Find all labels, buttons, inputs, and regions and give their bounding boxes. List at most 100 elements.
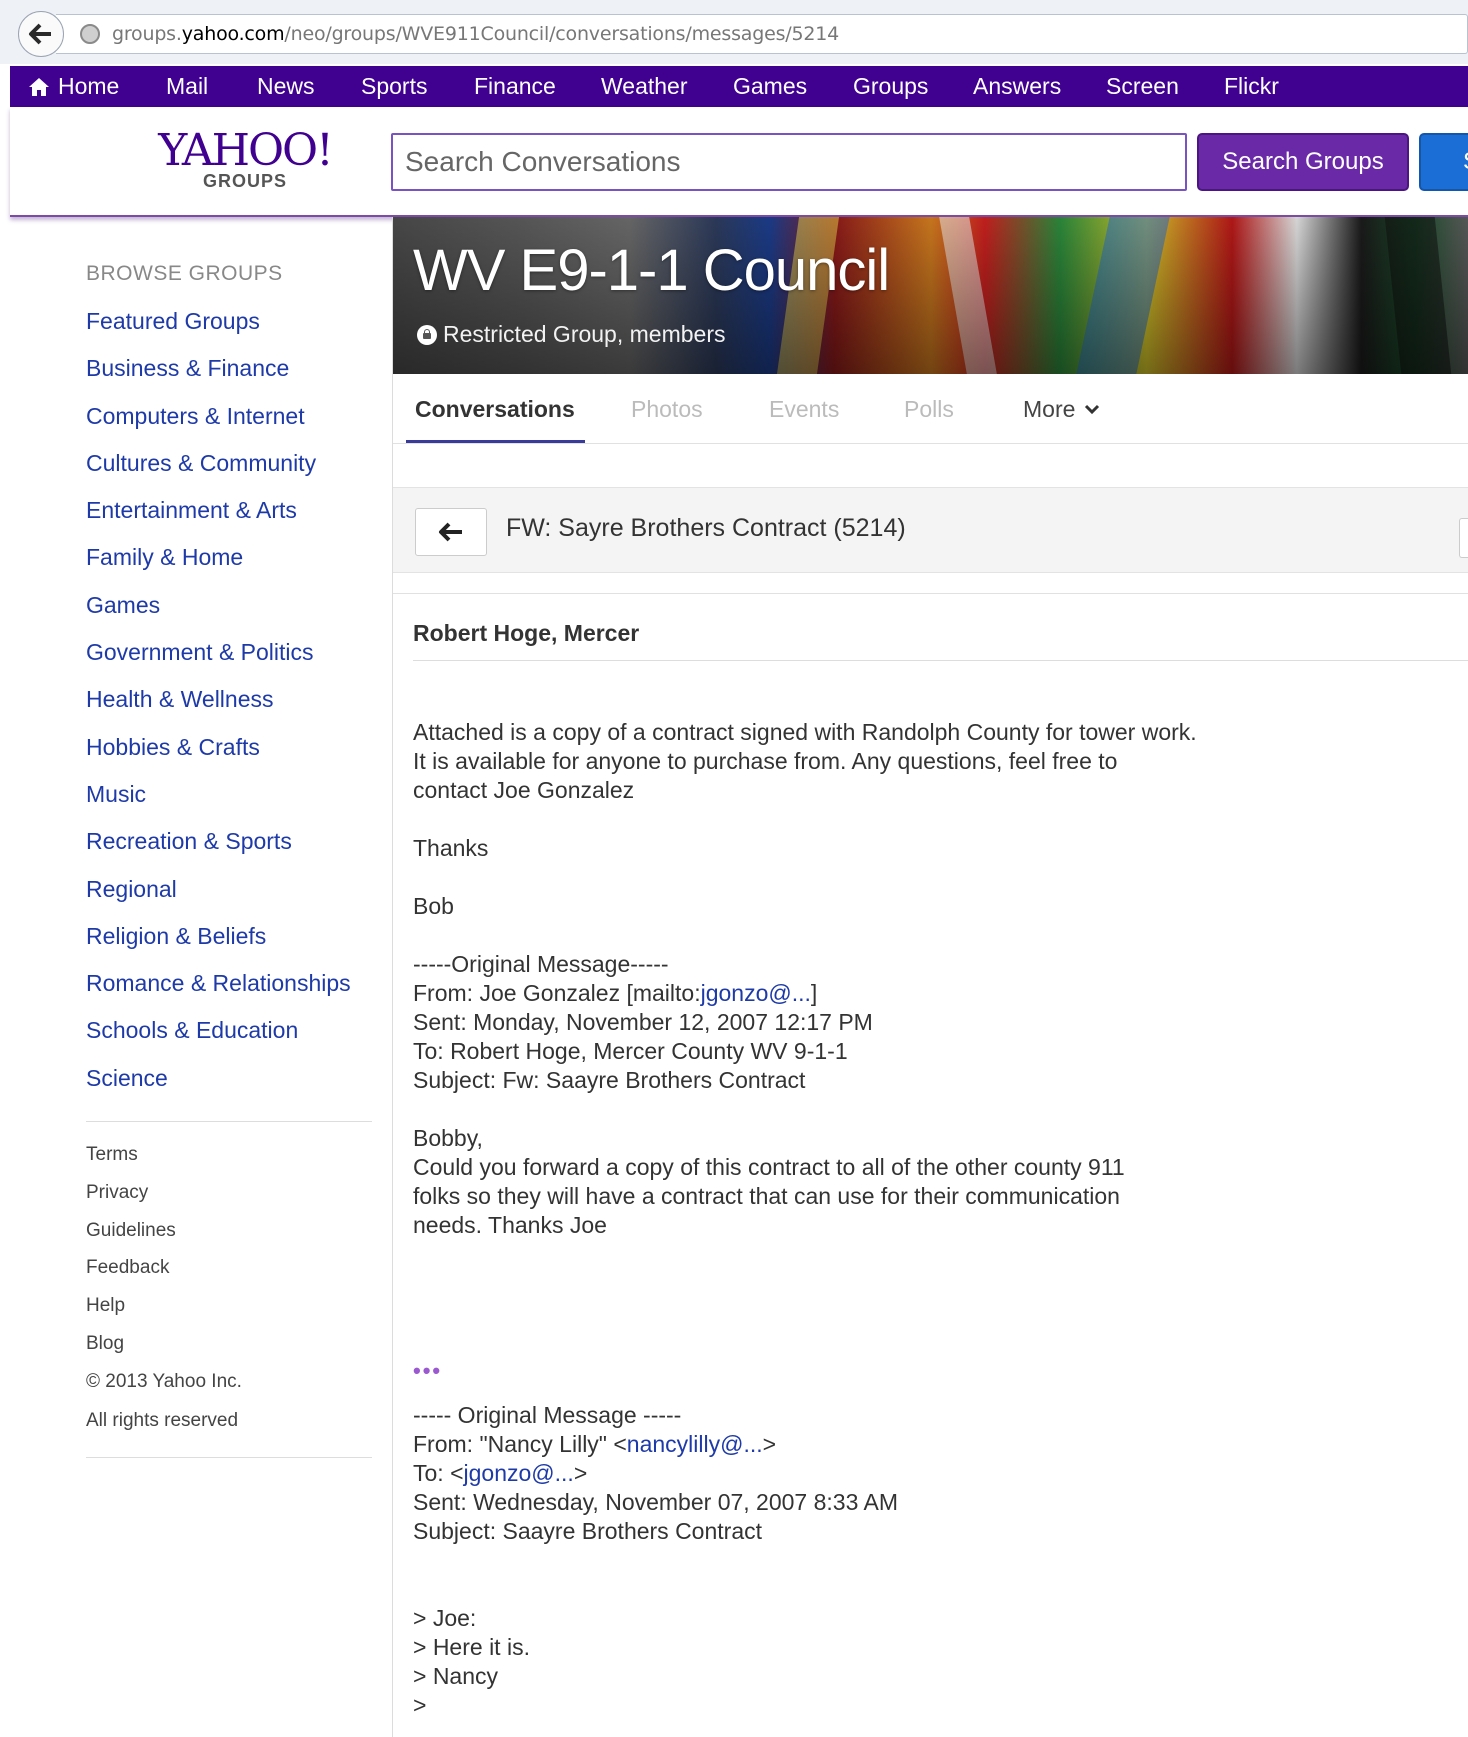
- nav-home[interactable]: Home: [28, 66, 119, 107]
- message-body: Attached is a copy of a contract signed …: [413, 718, 1453, 1720]
- email-link[interactable]: jgonzo@...: [701, 980, 811, 1006]
- from-suffix: >: [762, 1431, 777, 1457]
- group-privacy-text: Restricted Group, members: [443, 321, 726, 347]
- tab-polls[interactable]: Polls: [904, 374, 954, 444]
- category-computers-internet[interactable]: Computers & Internet: [86, 402, 376, 449]
- message-line: needs. Thanks Joe: [413, 1212, 607, 1238]
- category-government-politics[interactable]: Government & Politics: [86, 638, 376, 685]
- message-line: ----- Original Message -----: [413, 1402, 682, 1428]
- nav-mail[interactable]: Mail: [166, 66, 208, 107]
- category-hobbies-crafts[interactable]: Hobbies & Crafts: [86, 733, 376, 780]
- show-quoted-text-toggle[interactable]: •••: [413, 1356, 1453, 1385]
- globe-icon: [80, 24, 100, 44]
- nav-answers[interactable]: Answers: [973, 66, 1061, 107]
- category-music[interactable]: Music: [86, 780, 376, 827]
- thread-title: FW: Sayre Brothers Contract (5214): [506, 514, 906, 542]
- message-line: From: Joe Gonzalez [mailto:jgonzo@...]: [413, 979, 1453, 1008]
- tab-photos[interactable]: Photos: [631, 374, 703, 444]
- category-family-home[interactable]: Family & Home: [86, 543, 376, 590]
- browse-groups-sidebar: BROWSE GROUPS Featured Groups Business &…: [86, 262, 376, 1458]
- message-line: Sent: Monday, November 12, 2007 12:17 PM: [413, 1009, 873, 1035]
- to-prefix: To: <: [413, 1460, 464, 1486]
- browse-groups-title: BROWSE GROUPS: [86, 262, 283, 285]
- category-religion-beliefs[interactable]: Religion & Beliefs: [86, 922, 376, 969]
- search-conversations-input[interactable]: Search Conversations: [391, 133, 1187, 191]
- search-web-button[interactable]: S: [1419, 133, 1468, 191]
- nav-screen[interactable]: Screen: [1106, 66, 1179, 107]
- category-regional[interactable]: Regional: [86, 875, 376, 922]
- tab-more[interactable]: More: [1023, 374, 1101, 444]
- message-line: Bob: [413, 893, 454, 919]
- tab-more-label: More: [1023, 395, 1076, 422]
- category-entertainment-arts[interactable]: Entertainment & Arts: [86, 496, 376, 543]
- sidebar-bottom-divider: [86, 1456, 372, 1458]
- email-link[interactable]: nancylilly@...: [627, 1431, 763, 1457]
- quoted-line: >: [413, 1692, 427, 1718]
- category-science[interactable]: Science: [86, 1064, 376, 1111]
- nav-flickr[interactable]: Flickr: [1224, 66, 1279, 107]
- back-arrow-icon: [29, 23, 51, 45]
- rights-text: All rights reserved: [86, 1409, 239, 1431]
- group-title: WV E9-1-1 Council: [413, 238, 890, 303]
- nav-weather[interactable]: Weather: [601, 66, 688, 107]
- tab-conversations[interactable]: Conversations: [415, 374, 575, 444]
- url-text: groups.yahoo.com/neo/groups/WVE911Counci…: [112, 23, 840, 45]
- message-line: -----Original Message-----: [413, 951, 669, 977]
- category-schools-education[interactable]: Schools & Education: [86, 1016, 376, 1063]
- search-groups-button[interactable]: Search Groups: [1197, 133, 1409, 191]
- message-line: Could you forward a copy of this contrac…: [413, 1154, 1125, 1180]
- search-placeholder: Search Conversations: [405, 146, 681, 177]
- chevron-down-icon: [1085, 404, 1100, 415]
- footer-terms-link[interactable]: Terms: [86, 1144, 376, 1182]
- thread-next-button[interactable]: [1459, 518, 1468, 558]
- main-content: WV E9-1-1 Council Restricted Group, memb…: [392, 217, 1468, 1737]
- tab-events[interactable]: Events: [769, 374, 839, 444]
- quoted-line: > Here it is.: [413, 1634, 530, 1660]
- from-suffix: ]: [810, 980, 818, 1006]
- nav-sports[interactable]: Sports: [361, 66, 427, 107]
- category-cultures-community[interactable]: Cultures & Community: [86, 449, 376, 496]
- message-line: It is available for anyone to purchase f…: [413, 748, 1118, 774]
- yahoo-groups-logo[interactable]: YAHOO! GROUPS: [145, 129, 345, 192]
- nav-games[interactable]: Games: [733, 66, 807, 107]
- nav-groups[interactable]: Groups: [853, 66, 928, 107]
- group-privacy-label: Restricted Group, members: [417, 321, 725, 348]
- email-link[interactable]: jgonzo@...: [464, 1460, 574, 1486]
- message-line: folks so they will have a contract that …: [413, 1183, 1120, 1209]
- address-bar[interactable]: groups.yahoo.com/neo/groups/WVE911Counci…: [56, 14, 1468, 54]
- nav-finance[interactable]: Finance: [474, 66, 556, 107]
- category-business-finance[interactable]: Business & Finance: [86, 354, 376, 401]
- nav-news[interactable]: News: [257, 66, 315, 107]
- category-romance-relationships[interactable]: Romance & Relationships: [86, 969, 376, 1016]
- groups-header: YAHOO! GROUPS Search Conversations Searc…: [10, 107, 1468, 217]
- home-icon: [29, 77, 49, 96]
- message-line: Thanks: [413, 835, 489, 861]
- footer-feedback-link[interactable]: Feedback: [86, 1257, 376, 1295]
- category-games[interactable]: Games: [86, 591, 376, 638]
- lock-icon: [417, 324, 437, 345]
- top-navigation: Home Mail News Sports Finance Weather Ga…: [10, 66, 1468, 107]
- from-prefix: From: Joe Gonzalez [mailto:: [413, 980, 701, 1006]
- back-to-conversations-button[interactable]: [415, 508, 487, 556]
- category-recreation-sports[interactable]: Recreation & Sports: [86, 827, 376, 874]
- author-divider: [413, 660, 1468, 661]
- category-featured-groups[interactable]: Featured Groups: [86, 307, 376, 354]
- message-author[interactable]: Robert Hoge, Mercer: [413, 620, 639, 647]
- footer-help-link[interactable]: Help: [86, 1295, 376, 1333]
- message-line: Subject: Fw: Saayre Brothers Contract: [413, 1067, 806, 1093]
- footer-privacy-link[interactable]: Privacy: [86, 1182, 376, 1220]
- category-health-wellness[interactable]: Health & Wellness: [86, 685, 376, 732]
- group-tabs: Conversations Photos Events Polls More: [393, 374, 1468, 444]
- footer-guidelines-link[interactable]: Guidelines: [86, 1220, 376, 1258]
- browser-back-button[interactable]: [18, 11, 64, 57]
- message-line: Sent: Wednesday, November 07, 2007 8:33 …: [413, 1489, 898, 1515]
- active-tab-indicator: [406, 440, 585, 443]
- footer-blog-link[interactable]: Blog: [86, 1333, 376, 1371]
